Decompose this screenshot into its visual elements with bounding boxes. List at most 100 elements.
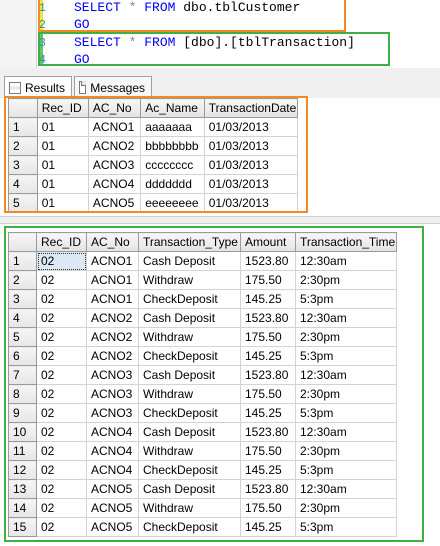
- row-header[interactable]: 11: [8, 441, 37, 461]
- column-header[interactable]: Ac_Name: [140, 98, 205, 118]
- table-cell[interactable]: 145.25: [240, 403, 296, 423]
- table-cell[interactable]: CheckDeposit: [138, 289, 241, 309]
- table-row[interactable]: 5 02 ACNO2 Withdraw 175.50 2:30pm: [8, 327, 397, 347]
- table-cell[interactable]: 1523.80: [240, 308, 296, 328]
- table-cell[interactable]: Cash Deposit: [138, 251, 241, 271]
- table-cell[interactable]: 02: [36, 384, 87, 404]
- table-cell[interactable]: 5:3pm: [295, 460, 397, 480]
- table-cell[interactable]: aaaaaaa: [140, 117, 205, 137]
- table-cell[interactable]: CheckDeposit: [138, 517, 241, 537]
- table-cell[interactable]: ACNO3: [86, 365, 139, 385]
- table-cell[interactable]: 02: [36, 289, 87, 309]
- table-cell[interactable]: ACNO4: [86, 441, 139, 461]
- row-header[interactable]: 1: [8, 251, 37, 271]
- table-cell[interactable]: ACNO2: [86, 346, 139, 366]
- row-header[interactable]: 9: [8, 403, 37, 423]
- row-header[interactable]: 12: [8, 460, 37, 480]
- table-cell[interactable]: CheckDeposit: [138, 403, 241, 423]
- table-cell[interactable]: 175.50: [240, 270, 296, 290]
- query-editor[interactable]: 1 2 3 4 SELECT * FROM dbo.tblCustomer GO…: [0, 0, 440, 68]
- table-cell[interactable]: ACNO4: [86, 460, 139, 480]
- table-row[interactable]: 15 02 ACNO5 CheckDeposit 145.25 5:3pm: [8, 517, 397, 537]
- table-cell[interactable]: 01: [36, 117, 89, 137]
- table-cell[interactable]: 02: [36, 308, 87, 328]
- tab-results[interactable]: Results: [4, 76, 72, 99]
- table-row[interactable]: 6 02 ACNO2 CheckDeposit 145.25 5:3pm: [8, 346, 397, 366]
- table-cell[interactable]: 01/03/2013: [203, 174, 299, 194]
- table-cell[interactable]: ACNO4: [87, 174, 142, 194]
- table-cell[interactable]: 02: [36, 403, 87, 423]
- table-cell[interactable]: 02: [36, 251, 87, 271]
- table-cell[interactable]: CheckDeposit: [138, 460, 241, 480]
- table-cell[interactable]: 145.25: [240, 346, 296, 366]
- row-header[interactable]: 8: [8, 384, 37, 404]
- table-cell[interactable]: 02: [36, 517, 87, 537]
- table-cell[interactable]: 1523.80: [240, 422, 296, 442]
- grid-corner[interactable]: [8, 232, 37, 252]
- table-cell[interactable]: ACNO5: [86, 498, 139, 518]
- table-cell[interactable]: 01/03/2013: [203, 117, 299, 137]
- row-header[interactable]: 2: [8, 136, 38, 156]
- table-row[interactable]: 10 02 ACNO4 Cash Deposit 1523.80 12:30am: [8, 422, 397, 442]
- row-header[interactable]: 13: [8, 479, 37, 499]
- table-cell[interactable]: 175.50: [240, 498, 296, 518]
- table-cell[interactable]: Cash Deposit: [138, 479, 241, 499]
- table-cell[interactable]: ACNO5: [86, 479, 139, 499]
- table-row[interactable]: 14 02 ACNO5 Withdraw 175.50 2:30pm: [8, 498, 397, 518]
- table-cell[interactable]: 01/03/2013: [203, 193, 299, 213]
- table-row[interactable]: 2 02 ACNO1 Withdraw 175.50 2:30pm: [8, 270, 397, 290]
- table-cell[interactable]: 12:30am: [295, 479, 397, 499]
- result-grid-customer[interactable]: Rec_ID AC_No Ac_Name TransactionDate 1 01…: [8, 98, 299, 213]
- table-cell[interactable]: 02: [36, 441, 87, 461]
- table-cell[interactable]: 01: [36, 136, 89, 156]
- table-cell[interactable]: Withdraw: [138, 384, 241, 404]
- table-cell[interactable]: ACNO3: [86, 384, 139, 404]
- table-cell[interactable]: ACNO1: [86, 289, 139, 309]
- table-cell[interactable]: 02: [36, 327, 87, 347]
- code-line-4[interactable]: GO: [74, 52, 90, 67]
- table-cell[interactable]: Withdraw: [138, 270, 241, 290]
- table-cell[interactable]: ddddddd: [140, 174, 205, 194]
- table-cell[interactable]: 01: [36, 193, 89, 213]
- grid-corner[interactable]: [8, 98, 38, 118]
- column-header[interactable]: Transaction_Type: [138, 232, 241, 252]
- table-row[interactable]: 12 02 ACNO4 CheckDeposit 145.25 5:3pm: [8, 460, 397, 480]
- table-cell[interactable]: 2:30pm: [295, 498, 397, 518]
- column-header[interactable]: Amount: [240, 232, 296, 252]
- row-header[interactable]: 1: [8, 117, 38, 137]
- table-cell[interactable]: 1523.80: [240, 251, 296, 271]
- table-cell[interactable]: ACNO3: [86, 403, 139, 423]
- table-cell[interactable]: Withdraw: [138, 498, 241, 518]
- table-cell[interactable]: 12:30am: [295, 365, 397, 385]
- row-header[interactable]: 15: [8, 517, 37, 537]
- table-row[interactable]: 9 02 ACNO3 CheckDeposit 145.25 5:3pm: [8, 403, 397, 423]
- table-cell[interactable]: 02: [36, 270, 87, 290]
- column-header[interactable]: Rec_ID: [36, 98, 89, 118]
- table-cell[interactable]: Withdraw: [138, 327, 241, 347]
- row-header[interactable]: 4: [8, 308, 37, 328]
- table-cell[interactable]: eeeeeeee: [140, 193, 205, 213]
- table-row[interactable]: 8 02 ACNO3 Withdraw 175.50 2:30pm: [8, 384, 397, 404]
- table-row[interactable]: 7 02 ACNO3 Cash Deposit 1523.80 12:30am: [8, 365, 397, 385]
- row-header[interactable]: 14: [8, 498, 37, 518]
- table-row[interactable]: 13 02 ACNO5 Cash Deposit 1523.80 12:30am: [8, 479, 397, 499]
- row-header[interactable]: 6: [8, 346, 37, 366]
- table-cell[interactable]: 01/03/2013: [203, 155, 299, 175]
- table-cell[interactable]: 5:3pm: [295, 517, 397, 537]
- table-cell[interactable]: 12:30am: [295, 308, 397, 328]
- column-header[interactable]: Rec_ID: [36, 232, 87, 252]
- table-cell[interactable]: ACNO1: [87, 117, 142, 137]
- table-cell[interactable]: 5:3pm: [295, 289, 397, 309]
- table-cell[interactable]: 1523.80: [240, 479, 296, 499]
- table-cell[interactable]: 02: [36, 479, 87, 499]
- column-header[interactable]: TransactionDate: [203, 98, 299, 118]
- table-cell[interactable]: 2:30pm: [295, 327, 397, 347]
- table-cell[interactable]: Cash Deposit: [138, 422, 241, 442]
- table-cell[interactable]: ACNO2: [87, 136, 142, 156]
- table-cell[interactable]: 1523.80: [240, 365, 296, 385]
- table-cell[interactable]: ACNO2: [86, 308, 139, 328]
- table-cell[interactable]: 175.50: [240, 327, 296, 347]
- table-row[interactable]: 2 01 ACNO2 bbbbbbbb 01/03/2013: [8, 136, 299, 156]
- table-row[interactable]: 1 02 ACNO1 Cash Deposit 1523.80 12:30am: [8, 251, 397, 271]
- row-header[interactable]: 7: [8, 365, 37, 385]
